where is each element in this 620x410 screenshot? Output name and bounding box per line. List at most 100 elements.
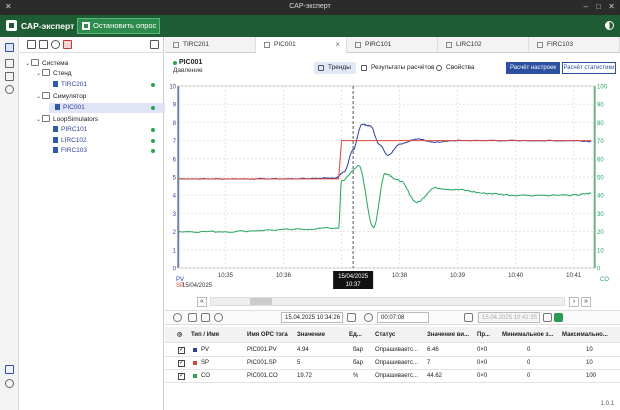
step-back-icon[interactable]: [188, 313, 197, 322]
loop-icon: [53, 126, 58, 133]
tab-lirc102[interactable]: LIRC102: [438, 37, 529, 53]
refresh-icon[interactable]: [214, 313, 223, 322]
row-vis-value: 6.46: [427, 347, 439, 353]
x-tick-label: 10:38: [392, 273, 408, 279]
new-folder-icon[interactable]: [27, 40, 36, 49]
row-vis-value: 7: [427, 360, 431, 366]
settings-icon[interactable]: [51, 40, 60, 49]
view-calc-results[interactable]: Результаты расчётов: [357, 62, 439, 74]
scroll-next-button[interactable]: ›: [569, 297, 579, 307]
status-ok-dot: [151, 128, 155, 133]
right-tick-label: 0: [597, 267, 601, 273]
tab-doc-icon: [355, 42, 361, 48]
tree-node-label: Система: [42, 60, 69, 67]
tree-node[interactable]: ⌄ Система: [25, 59, 68, 69]
table-row[interactable]: ✓ PV PIC001.PV 4.94 бар Опрашиваетс... 6.46 0×0…: [165, 343, 620, 357]
left-tick-label: 4: [173, 194, 177, 200]
minimize-icon[interactable]: –: [584, 2, 588, 11]
scrollbar-thumb[interactable]: [250, 298, 272, 305]
view-trends[interactable]: Тренды: [314, 62, 356, 74]
col-value[interactable]: Значение: [297, 327, 342, 343]
series-color-swatch: [193, 374, 197, 378]
tag-title: PIC001: [179, 59, 203, 66]
duration-field[interactable]: 00:07:08: [377, 312, 429, 323]
stop-polling-button[interactable]: Остановить опрос: [77, 18, 160, 34]
row-type: PV: [201, 347, 210, 353]
col-unit[interactable]: Ед...: [349, 327, 369, 343]
left-tick-label: 3: [173, 212, 177, 218]
loop-icon: [53, 80, 58, 87]
row-min: 0: [527, 360, 531, 366]
tab-doc-icon: [537, 42, 543, 48]
tab-doc-icon: [446, 42, 452, 48]
step-forward-icon[interactable]: [201, 313, 210, 322]
x-tick-label: 10:39: [450, 273, 466, 279]
table-row[interactable]: ✓ SP PIC001.SP 5 бар Опрашиваетс... 7 0×0 0 10: [165, 356, 620, 370]
end-time-field[interactable]: 15.04.2025 10:41:35: [478, 312, 540, 323]
calc-stats-button[interactable]: Расчёт статистики: [562, 62, 616, 74]
settings-icon[interactable]: [5, 85, 14, 94]
tree-view-icon[interactable]: [5, 43, 14, 52]
row-pr: 0×0: [477, 347, 488, 353]
col-type[interactable]: Тип / Имя: [191, 327, 251, 343]
tree-node[interactable]: ⌄ Симулятор: [36, 92, 86, 102]
row-pr: 0×0: [477, 360, 488, 366]
series-color-swatch: [193, 348, 197, 352]
col-status[interactable]: Статус: [375, 327, 425, 343]
maximize-icon[interactable]: □: [596, 2, 601, 11]
tree-node[interactable]: ⌄ LoopSimulators: [36, 115, 98, 125]
tab-pic001[interactable]: PIC001 ×: [256, 37, 347, 53]
col-vis-value[interactable]: Значение ви...: [427, 327, 477, 343]
loop-icon: [53, 136, 58, 143]
tree-node-label: PIRC101: [61, 126, 88, 134]
row-checkbox[interactable]: ✓: [178, 360, 185, 367]
panel-toggle-icon[interactable]: [5, 365, 14, 374]
calendar-end-icon[interactable]: [543, 313, 552, 322]
scroll-last-button[interactable]: »: [581, 297, 591, 307]
tree-node[interactable]: PIC001: [49, 102, 165, 113]
copy-icon[interactable]: [39, 40, 48, 49]
table-row[interactable]: ✓ CO PIC001.CO 19.72% Опрашиваетс... 44.62 0×0…: [165, 369, 620, 383]
tree-node-label: Симулятор: [53, 93, 87, 101]
delete-icon[interactable]: [63, 40, 72, 49]
col-opc[interactable]: Имя OPC тэга: [247, 327, 297, 343]
tab-tirc201[interactable]: TIRC201: [165, 37, 256, 53]
tree-node[interactable]: FIRC103: [47, 146, 87, 156]
col-min[interactable]: Минимальное з...: [502, 327, 562, 343]
col-max[interactable]: Максимально...: [562, 327, 618, 343]
left-axis-series-label: SP: [176, 283, 184, 289]
trend-chart[interactable]: 012345678910010203040506070809010010:35 1…: [169, 80, 620, 310]
x-date-label: 15/04/2025: [182, 283, 213, 289]
tree-node[interactable]: ⌄ Стенд: [36, 69, 72, 79]
scroll-first-button[interactable]: «: [197, 297, 207, 307]
view-properties[interactable]: Свойства: [432, 62, 480, 74]
calendar-icon[interactable]: [347, 313, 356, 322]
row-checkbox[interactable]: ✓: [178, 347, 185, 354]
play-icon[interactable]: [173, 313, 182, 322]
row-status: Опрашиваетс...: [375, 360, 419, 366]
series-color-swatch: [193, 361, 197, 365]
tab-pirc101[interactable]: PIRC101: [347, 37, 438, 53]
tree-node[interactable]: TIRC201: [47, 80, 87, 90]
close-tab-icon[interactable]: ×: [335, 37, 340, 53]
lock-icon[interactable]: [464, 313, 473, 322]
start-time-field[interactable]: 15.04.2025 10:34:26: [281, 312, 343, 323]
row-value: 5: [297, 360, 301, 366]
filter-icon[interactable]: [150, 40, 159, 49]
tree-node[interactable]: PIRC101: [47, 125, 87, 135]
row-checkbox[interactable]: ✓: [178, 373, 185, 380]
calc-settings-button[interactable]: Расчёт настроек: [506, 62, 560, 74]
tree-node-label: LIRC102: [61, 136, 87, 144]
clock-icon[interactable]: [364, 313, 373, 322]
live-lock-icon[interactable]: [554, 313, 563, 322]
close-icon[interactable]: ✕: [608, 2, 615, 11]
tab-firc103[interactable]: FIRC103: [529, 37, 620, 53]
row-pr: 0×0: [477, 373, 488, 379]
reports-icon[interactable]: [5, 59, 14, 68]
col-pr[interactable]: Пр...: [477, 327, 497, 343]
help-icon[interactable]: [5, 379, 14, 388]
row-unit: %: [353, 373, 359, 379]
export-icon[interactable]: [5, 72, 14, 81]
theme-toggle-icon[interactable]: [605, 21, 614, 30]
tree-node[interactable]: LIRC102: [47, 136, 87, 146]
